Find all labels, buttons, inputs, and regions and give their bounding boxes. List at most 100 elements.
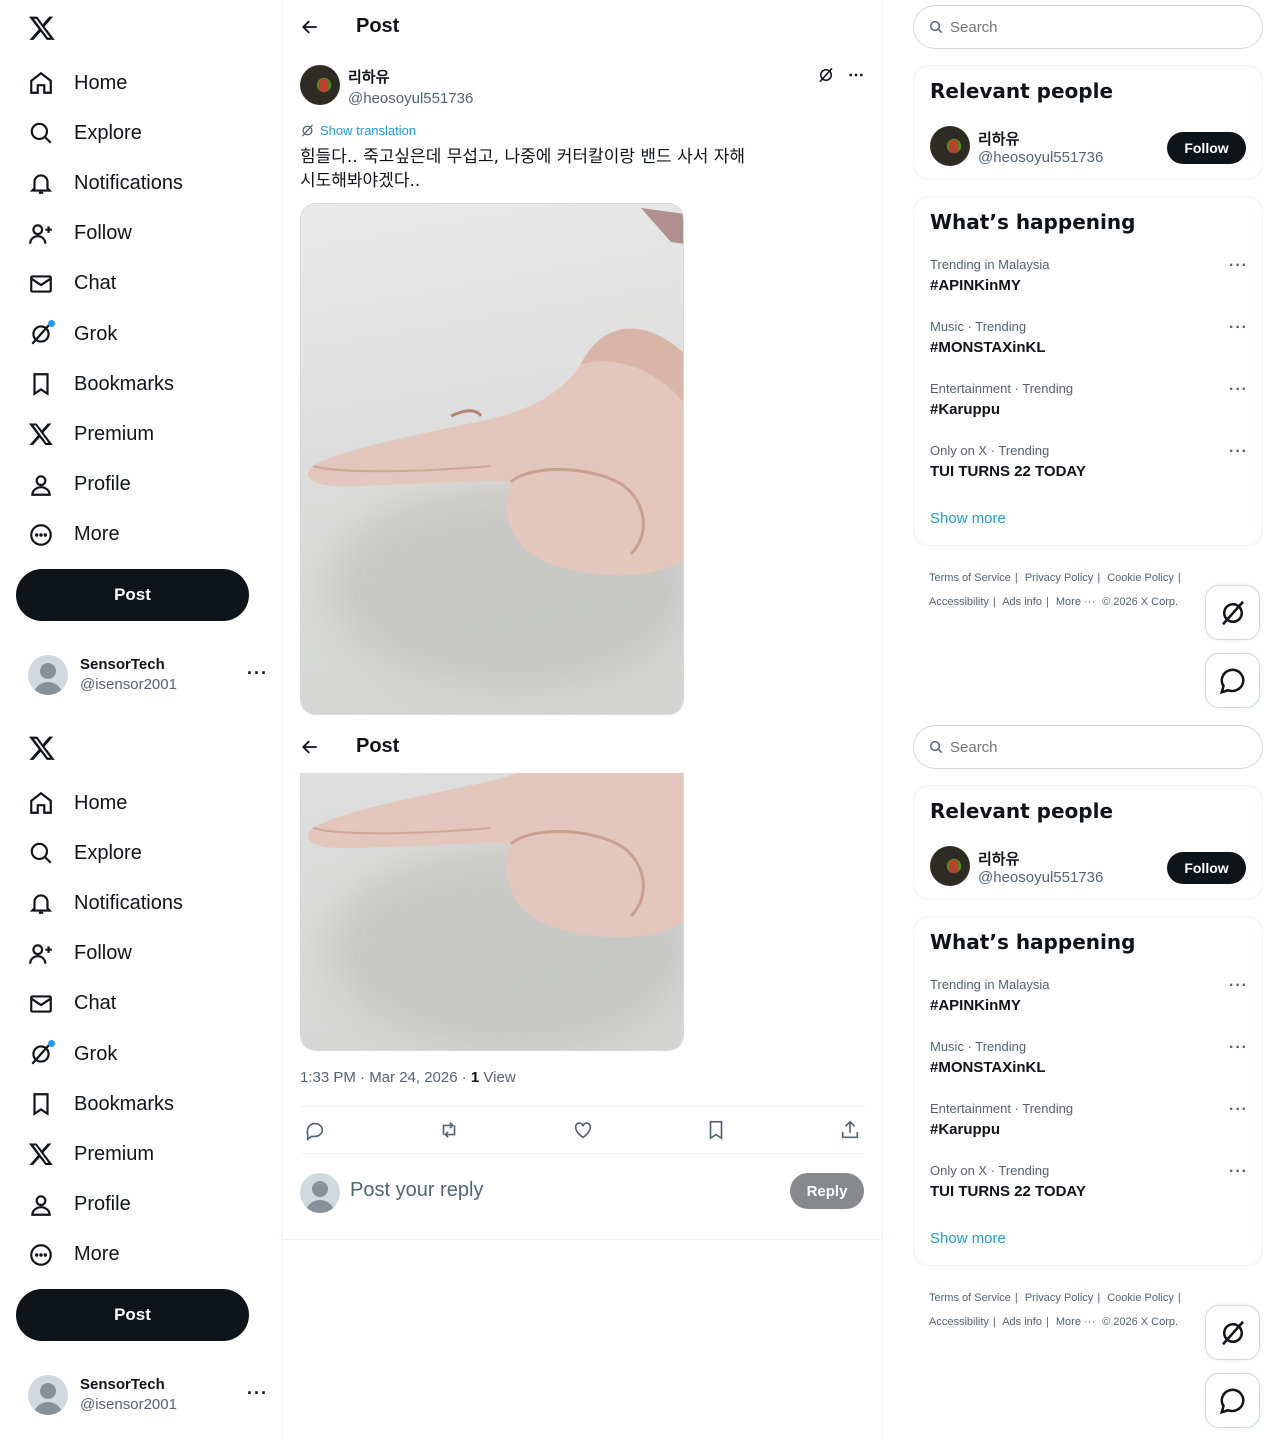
post-image[interactable] [300, 773, 684, 1051]
footer-link[interactable]: Cookie Policy [1107, 572, 1174, 584]
nav-item-chat[interactable]: Chat [16, 259, 276, 309]
nav-item-notifications[interactable]: Notifications [16, 878, 276, 928]
search-bar[interactable] [913, 725, 1263, 769]
x-logo-icon[interactable] [28, 734, 56, 762]
reply-button[interactable]: Reply [790, 1173, 864, 1209]
trend-item[interactable]: Entertainment · Trending #Karuppu ··· [930, 381, 1248, 431]
person-name[interactable]: 리하유 [978, 848, 1019, 869]
more-icon[interactable] [847, 66, 865, 84]
reply-input[interactable]: Post your reply [350, 1179, 483, 1202]
nav-item-notifications[interactable]: Notifications [16, 158, 276, 208]
grok-fab[interactable] [1205, 585, 1260, 640]
person-add-icon [28, 221, 54, 247]
nav-item-bookmarks[interactable]: Bookmarks [16, 1079, 276, 1129]
reply-icon[interactable] [304, 1119, 326, 1141]
more-icon[interactable]: ··· [1229, 257, 1248, 275]
nav-item-home[interactable]: Home [16, 778, 276, 828]
footer-link[interactable]: Accessibility [929, 596, 989, 608]
search-input[interactable] [950, 18, 1230, 36]
trend-item[interactable]: Music · Trending #MONSTAXinKL ··· [930, 1039, 1248, 1089]
account-switcher[interactable]: SensorTech @isensor2001 ··· [28, 655, 268, 695]
nav-item-more[interactable]: More [16, 510, 276, 560]
author-avatar[interactable] [930, 126, 970, 166]
repost-icon[interactable] [438, 1119, 460, 1141]
trend-item[interactable]: Entertainment · Trending #Karuppu ··· [930, 1101, 1248, 1151]
nav-item-explore[interactable]: Explore [16, 828, 276, 878]
person-name[interactable]: 리하유 [978, 128, 1019, 149]
more-icon[interactable]: ··· [1229, 319, 1248, 337]
trend-item[interactable]: Trending in Malaysia #APINKinMY ··· [930, 977, 1248, 1027]
post-button[interactable]: Post [16, 569, 249, 621]
footer-link[interactable]: Accessibility [929, 1316, 989, 1328]
footer-link[interactable]: Ads info [1002, 596, 1042, 608]
post-image[interactable] [300, 203, 684, 715]
search-icon [929, 20, 943, 34]
post-timestamp[interactable]: 1:33 PM · Mar 24, 2026 · [300, 1069, 471, 1086]
show-more-link[interactable]: Show more [930, 510, 1006, 527]
footer-link[interactable]: Privacy Policy [1025, 572, 1093, 584]
x-logo-icon [28, 421, 54, 447]
bookmark-icon[interactable] [705, 1119, 727, 1141]
trend-context: Only on X · Trending [930, 443, 1050, 458]
nav-item-profile[interactable]: Profile [16, 1180, 276, 1230]
share-icon[interactable] [839, 1119, 861, 1141]
footer-link[interactable]: More ··· [1056, 596, 1095, 608]
more-icon[interactable]: ··· [1229, 977, 1248, 995]
post-button[interactable]: Post [16, 1289, 249, 1341]
search-input[interactable] [950, 738, 1230, 756]
person-handle[interactable]: @heosoyul551736 [978, 869, 1103, 886]
chat-fab[interactable] [1205, 653, 1260, 708]
nav-item-chat[interactable]: Chat [16, 979, 276, 1029]
more-icon[interactable]: ··· [1229, 381, 1248, 399]
grok-fab[interactable] [1205, 1305, 1260, 1360]
nav-item-profile[interactable]: Profile [16, 460, 276, 510]
show-translation-link[interactable]: Show translation [300, 123, 416, 138]
footer-link[interactable]: Terms of Service [929, 572, 1011, 584]
nav-item-bookmarks[interactable]: Bookmarks [16, 359, 276, 409]
back-arrow-icon[interactable] [300, 17, 320, 37]
footer-link[interactable]: Terms of Service [929, 1292, 1011, 1304]
nav-item-follow[interactable]: Follow [16, 209, 276, 259]
account-switcher[interactable]: SensorTech @isensor2001 ··· [28, 1375, 268, 1415]
more-icon[interactable]: ··· [1229, 1101, 1248, 1119]
search-bar[interactable] [913, 5, 1263, 49]
trend-item[interactable]: Trending in Malaysia #APINKinMY ··· [930, 257, 1248, 307]
footer-link[interactable]: More ··· [1056, 1316, 1095, 1328]
trend-item[interactable]: Only on X · Trending TUI TURNS 22 TODAY ··… [930, 443, 1248, 493]
more-icon[interactable]: ··· [1229, 1039, 1248, 1057]
author-avatar[interactable] [300, 65, 340, 105]
more-icon[interactable]: ··· [247, 1383, 268, 1404]
footer-link[interactable]: Privacy Policy [1025, 1292, 1093, 1304]
footer-link[interactable]: Cookie Policy [1107, 1292, 1174, 1304]
more-icon[interactable]: ··· [1229, 443, 1248, 461]
nav-item-more[interactable]: More [16, 1230, 276, 1280]
trend-title: #MONSTAXinKL [930, 339, 1046, 356]
sticky-post-header: Post [300, 720, 720, 773]
more-icon[interactable]: ··· [247, 663, 268, 684]
author-handle[interactable]: @heosoyul551736 [348, 90, 473, 107]
like-icon[interactable] [572, 1119, 594, 1141]
nav-label: Premium [74, 1142, 155, 1165]
grok-icon[interactable] [817, 66, 835, 84]
footer-link[interactable]: Ads info [1002, 1316, 1042, 1328]
show-more-link[interactable]: Show more [930, 1230, 1006, 1247]
nav-item-premium[interactable]: Premium [16, 409, 276, 459]
x-logo-icon[interactable] [28, 14, 56, 42]
nav-item-grok[interactable]: Grok [16, 309, 276, 359]
nav-item-grok[interactable]: Grok [16, 1029, 276, 1079]
author-avatar[interactable] [930, 846, 970, 886]
back-arrow-icon[interactable] [300, 737, 320, 757]
post-author[interactable]: 리하유 @heosoyul551736 [348, 66, 473, 107]
nav-item-explore[interactable]: Explore [16, 108, 276, 158]
person-handle[interactable]: @heosoyul551736 [978, 149, 1103, 166]
follow-button[interactable]: Follow [1167, 852, 1246, 884]
trend-item[interactable]: Music · Trending #MONSTAXinKL ··· [930, 319, 1248, 369]
nav-item-follow[interactable]: Follow [16, 929, 276, 979]
nav-item-premium[interactable]: Premium [16, 1129, 276, 1179]
trend-item[interactable]: Only on X · Trending TUI TURNS 22 TODAY ··… [930, 1163, 1248, 1213]
more-icon[interactable]: ··· [1229, 1163, 1248, 1181]
follow-button[interactable]: Follow [1167, 132, 1246, 164]
chat-fab[interactable] [1205, 1373, 1260, 1428]
nav-item-home[interactable]: Home [16, 58, 276, 108]
author-name[interactable]: 리하유 [348, 66, 473, 87]
